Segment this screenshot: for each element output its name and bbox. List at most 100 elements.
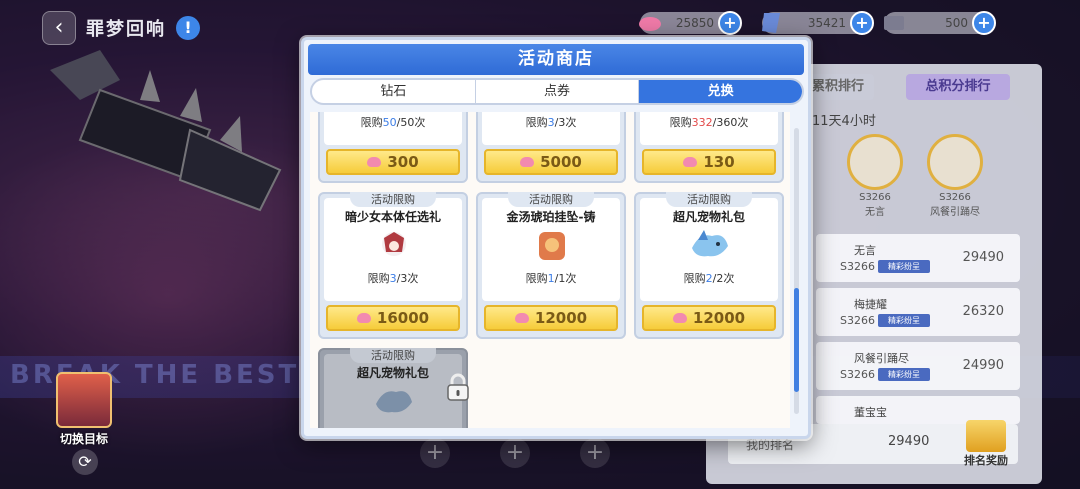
- avatar: [927, 134, 983, 190]
- table-row: 梅捷耀 S3266 精彩纷呈 26320: [816, 288, 1020, 336]
- scrollbar-thumb[interactable]: [794, 288, 799, 392]
- add-card-button[interactable]: +: [972, 11, 996, 35]
- heart-gem-icon: [683, 157, 698, 167]
- switch-target-label: 切换目标: [59, 432, 108, 446]
- item-name: 超凡宠物礼包: [356, 366, 429, 380]
- price-button[interactable]: 5000: [484, 149, 618, 175]
- shop-item-grid[interactable]: 限购50/50次 300 限购3/3次 5000 限购332/360次 130 …: [310, 112, 790, 428]
- time-remaining: 11天4小时: [812, 114, 876, 129]
- player-name: 董宝宝: [854, 406, 887, 419]
- add-ticket-button[interactable]: +: [850, 11, 874, 35]
- price-value: 130: [703, 153, 735, 171]
- dialog-title: 活动商店: [308, 44, 804, 75]
- limit-suffix: 次: [407, 272, 419, 285]
- shop-item-card[interactable]: 活动限购 暗少女本体任选礼 限购3/3次 16000: [318, 192, 468, 339]
- price-button[interactable]: 300: [326, 149, 460, 175]
- currency-value: 25850: [675, 16, 714, 30]
- price-value: 5000: [540, 153, 582, 171]
- limit-prefix: 限购: [367, 272, 390, 285]
- podium-name: 风餐引踊尽: [930, 207, 980, 218]
- player-name: 风餐引踊尽: [854, 352, 909, 365]
- table-row: 无言 S3266 精彩纷呈 29490: [816, 234, 1020, 282]
- tab-exchange[interactable]: 兑换: [639, 80, 802, 103]
- player-name: 无言: [854, 244, 876, 257]
- heart-gem-icon: [639, 17, 661, 31]
- card-icon: [884, 16, 904, 30]
- price-button[interactable]: 12000: [484, 305, 618, 331]
- shop-item-card[interactable]: 活动限购 超凡宠物礼包 限购2/2次 12000: [634, 192, 784, 339]
- limit-bought: 1: [547, 272, 555, 285]
- pet-dragon-icon: [376, 391, 412, 413]
- purchase-limit: 限购332/360次: [669, 116, 749, 129]
- player-score: 29490: [962, 250, 1004, 265]
- refresh-icon[interactable]: ⟳: [72, 449, 98, 475]
- podium-server: S3266: [939, 192, 971, 203]
- top-left-bar: ‹ 罪梦回响 !: [42, 11, 200, 45]
- podium-name: 无言: [865, 207, 885, 218]
- limit-prefix: 限购: [683, 272, 706, 285]
- limit-prefix: 限购: [669, 116, 692, 129]
- limit-suffix: 次: [723, 272, 735, 285]
- limit-bought: 3: [389, 272, 397, 285]
- limit-total: 50: [400, 116, 415, 129]
- my-score: 29490: [888, 434, 930, 449]
- item-name: 超凡宠物礼包: [672, 210, 745, 224]
- limit-suffix: 次: [565, 272, 577, 285]
- purchase-limit: 限购50/50次: [360, 116, 426, 129]
- status-badge: 精彩纷呈: [878, 260, 930, 273]
- scrollbar[interactable]: [794, 128, 799, 414]
- rank-reward-button[interactable]: 排名奖励: [960, 420, 1012, 468]
- target-avatar: [56, 372, 112, 428]
- heart-gem-icon: [367, 157, 382, 167]
- page-title: 罪梦回响: [86, 19, 166, 40]
- slot-plus-icon[interactable]: +: [420, 438, 450, 468]
- gift-icon: [966, 420, 1006, 452]
- status-badge: 精彩纷呈: [878, 368, 930, 381]
- currency-ticket: 35421 +: [762, 11, 874, 35]
- limit-suffix: 次: [414, 116, 426, 129]
- player-score: 24990: [962, 358, 1004, 373]
- add-heart-gem-button[interactable]: +: [718, 11, 742, 35]
- shop-item-card[interactable]: 限购3/3次 5000: [476, 112, 626, 183]
- limited-tag: 活动限购: [666, 192, 752, 207]
- shop-item-card[interactable]: 限购50/50次 300: [318, 112, 468, 183]
- slot-plus-icon[interactable]: +: [580, 438, 610, 468]
- limit-bought: 3: [547, 116, 555, 129]
- heart-gem-icon: [520, 157, 535, 167]
- switch-target-button[interactable]: 切换目标: [54, 372, 114, 447]
- limited-tag: 活动限购: [508, 192, 594, 207]
- back-button[interactable]: ‹: [42, 11, 76, 45]
- price-value: 300: [387, 153, 419, 171]
- podium-server: S3266: [859, 192, 891, 203]
- limit-total: 360: [716, 116, 738, 129]
- shop-tabs: 钻石 点券 兑换: [310, 78, 804, 105]
- limit-suffix: 次: [737, 116, 749, 129]
- lock-icon: [447, 373, 469, 401]
- limit-prefix: 限购: [525, 116, 548, 129]
- player-name: 梅捷耀: [854, 298, 887, 311]
- tab-voucher[interactable]: 点券: [476, 80, 640, 103]
- podium-second: S3266 风餐引踊尽: [920, 134, 990, 218]
- price-button[interactable]: 12000: [642, 305, 776, 331]
- currency-heart-gem: 25850 +: [639, 11, 742, 35]
- tab-diamond[interactable]: 钻石: [312, 80, 476, 103]
- rank-reward-label: 排名奖励: [964, 454, 1008, 467]
- price-button[interactable]: 130: [642, 149, 776, 175]
- podium-first: S3266 无言: [840, 134, 910, 218]
- pet-dragon-icon: [692, 230, 728, 257]
- purchase-limit: 限购1/1次: [525, 272, 577, 285]
- limit-bought: 50: [382, 116, 397, 129]
- slot-plus-icon[interactable]: +: [500, 438, 530, 468]
- tab-total-score-rank[interactable]: 总积分排行: [906, 74, 1010, 100]
- price-value: 12000: [534, 309, 588, 327]
- limit-prefix: 限购: [360, 116, 383, 129]
- info-icon[interactable]: !: [176, 16, 200, 40]
- heart-gem-icon: [672, 313, 687, 323]
- status-badge: 精彩纷呈: [878, 314, 930, 327]
- shop-item-card[interactable]: 活动限购 金汤琥珀挂坠-铸 限购1/1次 12000: [476, 192, 626, 339]
- limited-tag: 活动限购: [350, 348, 436, 363]
- shop-item-card[interactable]: 限购332/360次 130: [634, 112, 784, 183]
- price-button[interactable]: 16000: [326, 305, 460, 331]
- tab-cumulative-rank[interactable]: 累积排行: [802, 74, 874, 100]
- heart-gem-icon: [356, 313, 371, 323]
